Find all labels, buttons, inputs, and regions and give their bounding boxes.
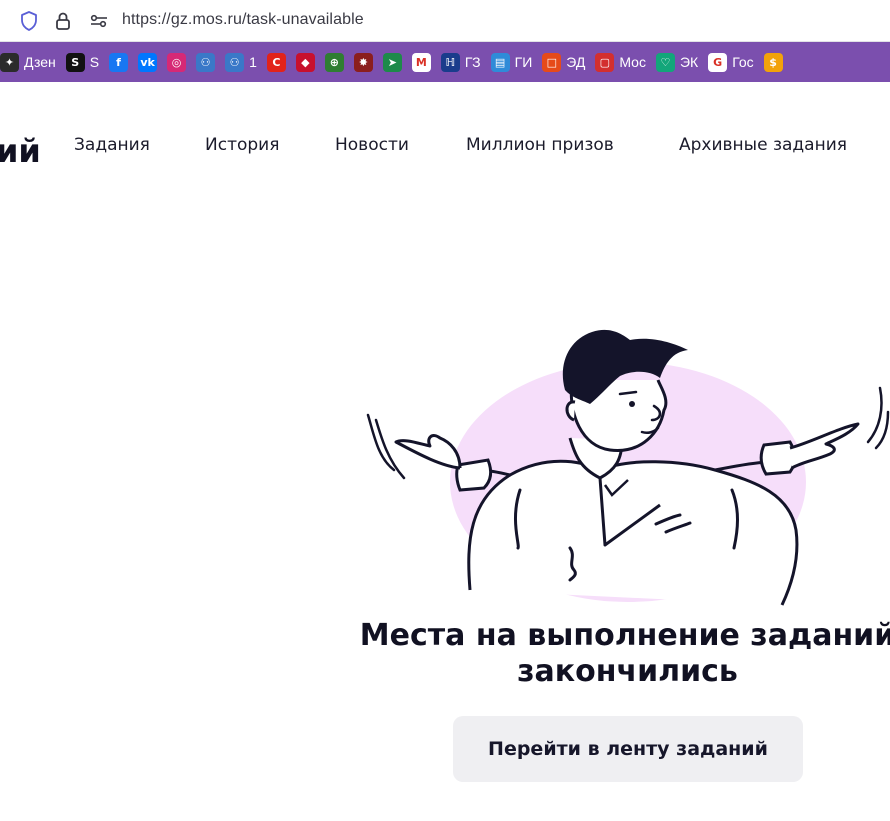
gosuslugi-icon: G: [708, 52, 728, 72]
bookmark-item[interactable]: ✦ Дзен: [0, 42, 56, 82]
spartak-icon: ◆: [295, 52, 315, 72]
gmail-icon: M: [411, 52, 431, 72]
mos-icon: ▢: [595, 52, 615, 72]
bookmark-item[interactable]: □ ЭД: [542, 42, 585, 82]
chat-icon: ▤: [490, 52, 510, 72]
bookmark-label: ГИ: [514, 54, 533, 70]
bookmark-item[interactable]: $: [763, 42, 783, 82]
tune-icon[interactable]: [88, 9, 110, 33]
bookmark-item[interactable]: ◎: [167, 42, 187, 82]
coin-icon: $: [763, 52, 783, 72]
instagram-icon: ◎: [167, 52, 187, 72]
bookmark-item[interactable]: f: [109, 42, 129, 82]
bookmark-item[interactable]: ⚇: [196, 42, 216, 82]
shield-icon[interactable]: [18, 9, 40, 33]
bookmark-item[interactable]: ♡ ЭК: [655, 42, 699, 82]
bookmark-item[interactable]: ⚇ 1: [225, 42, 257, 82]
bookmark-item[interactable]: G Гос: [708, 42, 754, 82]
bookmark-label: S: [89, 54, 100, 70]
bookmark-label: ЭК: [679, 54, 699, 70]
url-bar[interactable]: https://gz.mos.ru/task-unavailable: [0, 0, 890, 42]
bookmark-label: ГЗ: [464, 54, 481, 70]
gz-logo-icon: ℍ: [440, 52, 460, 72]
sparkle-icon: ✦: [0, 52, 19, 72]
nav-item-prizes[interactable]: Миллион призов: [466, 135, 614, 155]
nav-item-archive[interactable]: Архивные задания: [679, 135, 847, 155]
bookmarks-bar: ✦ Дзен S Sf vk ◎ ⚇ ⚇ 1 C ◆ ⊕ ✸ ➤ M ℍ ГЗ ▤ ГИ □ ЭД ▢ Мос ♡ ЭК G Гос…: [0, 42, 890, 82]
bookmark-item[interactable]: ✸: [353, 42, 373, 82]
shrug-person-drawing: [366, 329, 890, 606]
nav-item-tasks[interactable]: Задания: [74, 135, 150, 155]
people-icon: ⚇: [225, 52, 245, 72]
heart-shield-icon: ♡: [655, 52, 675, 72]
bookmark-item[interactable]: ◆: [295, 42, 315, 82]
bookmark-item[interactable]: SS: [65, 42, 100, 82]
game-icon: ✸: [353, 52, 373, 72]
bookmark-item[interactable]: ℍ ГЗ: [440, 42, 481, 82]
nav-item-news[interactable]: Новости: [335, 135, 409, 155]
arrow-green-icon: ➤: [382, 52, 402, 72]
bookmark-item[interactable]: M: [411, 42, 431, 82]
target-icon: ⊕: [324, 52, 344, 72]
bookmark-item[interactable]: ▤ ГИ: [490, 42, 533, 82]
bookmark-label: Гос: [732, 54, 754, 70]
bookmark-label: Мос: [619, 54, 646, 70]
message-line-2: закончились: [517, 654, 738, 689]
tv-icon: □: [542, 52, 562, 72]
people-icon: ⚇: [196, 52, 216, 72]
bookmark-label: ЭД: [566, 54, 586, 70]
message-line-1: Места на выполнение заданий: [359, 618, 890, 653]
shrug-illustration: [360, 320, 890, 610]
bookmark-label: 1: [249, 54, 257, 70]
bookmark-item[interactable]: ➤: [382, 42, 402, 82]
bookmark-item[interactable]: C: [266, 42, 286, 82]
bookmark-item[interactable]: ⊕: [324, 42, 344, 82]
bookmark-label: Дзен: [24, 54, 56, 70]
s-logo-icon: S: [65, 52, 85, 72]
lock-icon[interactable]: [52, 9, 74, 33]
unavailable-message: Места на выполнение заданий закончились: [345, 618, 890, 690]
bookmark-item[interactable]: ▢ Мос: [595, 42, 646, 82]
bookmark-item[interactable]: vk: [138, 42, 158, 82]
red-swirl-icon: C: [266, 52, 286, 72]
url-text[interactable]: https://gz.mos.ru/task-unavailable: [122, 11, 364, 29]
vk-icon: vk: [138, 52, 158, 72]
facebook-icon: f: [109, 52, 129, 72]
nav-item-history[interactable]: История: [205, 135, 279, 155]
site-nav: Задания История Новости Миллион призов А…: [0, 135, 890, 159]
go-to-task-feed-button[interactable]: Перейти в ленту заданий: [453, 716, 803, 782]
